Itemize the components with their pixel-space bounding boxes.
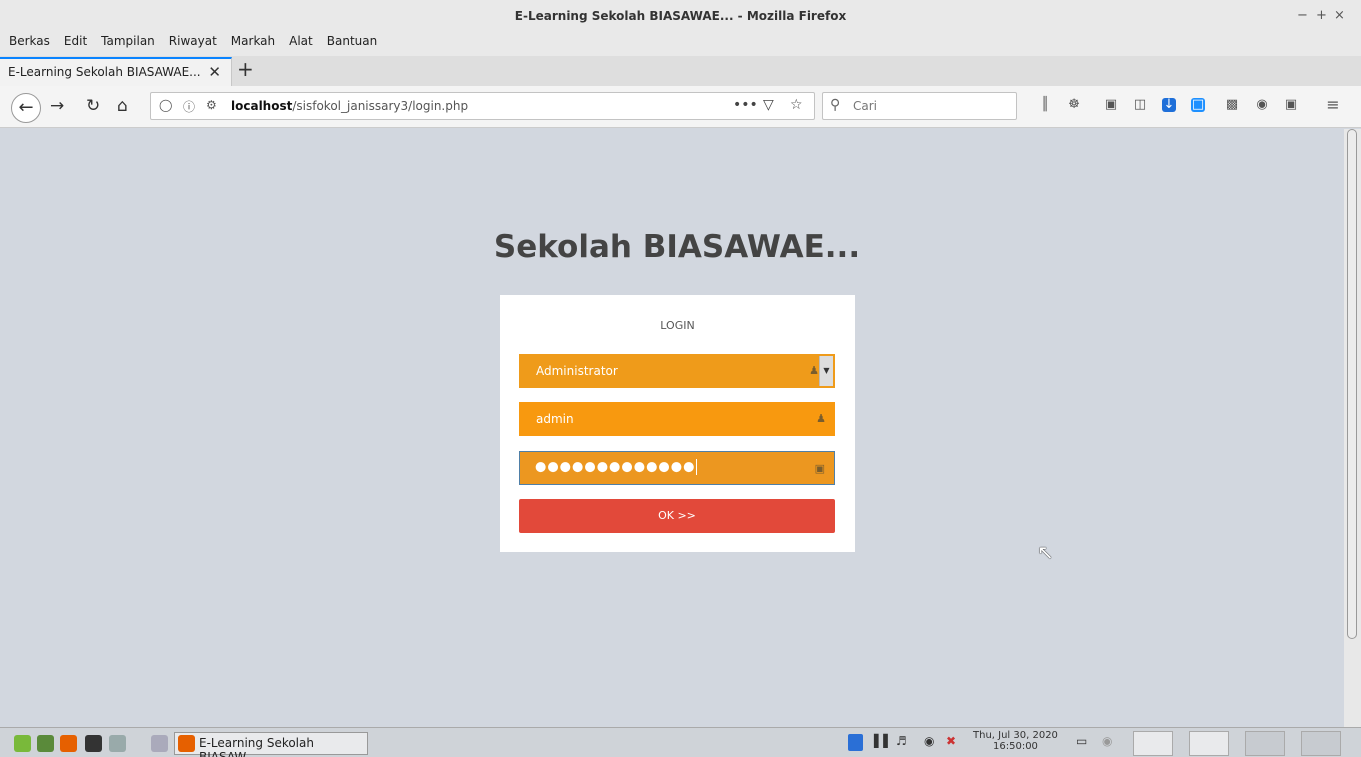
- minimize-button[interactable]: −: [1297, 8, 1308, 23]
- taskbar-window-label: E-Learning Sekolah BIASAW...: [199, 736, 314, 757]
- page-scrollbar[interactable]: [1344, 129, 1361, 727]
- user-icon: ♟: [816, 412, 826, 425]
- workspace-1[interactable]: [1133, 731, 1173, 756]
- battery-icon[interactable]: ▭: [1076, 734, 1087, 748]
- firefox-icon: [178, 735, 195, 752]
- search-placeholder: Cari: [853, 99, 877, 113]
- menu-riwayat[interactable]: Riwayat: [169, 32, 217, 56]
- taskbar: E-Learning Sekolah BIASAW... ▌▌ ♬ ◉ ✖ Th…: [0, 727, 1361, 757]
- menu-markah[interactable]: Markah: [231, 32, 275, 56]
- page-actions-icon[interactable]: •••: [733, 97, 758, 113]
- download-icon[interactable]: ↓: [1162, 98, 1176, 112]
- bluetooth-icon[interactable]: ◉: [924, 734, 934, 748]
- new-tab-button[interactable]: +: [237, 57, 254, 81]
- firefox-launcher-icon[interactable]: [60, 735, 77, 752]
- terminal-icon[interactable]: [85, 735, 102, 752]
- close-window-button[interactable]: ×: [1334, 8, 1345, 23]
- account-icon[interactable]: ◉: [1255, 98, 1269, 112]
- menu-bar: Berkas Edit Tampilan Riwayat Markah Alat…: [0, 32, 1361, 56]
- role-select[interactable]: Administrator ♟ ▼: [519, 354, 835, 388]
- tracking-shield-icon[interactable]: ◯: [159, 98, 172, 112]
- reader-icon[interactable]: ▣: [1104, 98, 1118, 112]
- page-content: Sekolah BIASAWAE... LOGIN Administrator …: [0, 129, 1344, 727]
- reload-button[interactable]: ↻: [86, 95, 100, 117]
- workspace-4[interactable]: [1301, 731, 1341, 756]
- extension-icon[interactable]: ☸: [1067, 98, 1081, 112]
- login-heading: LOGIN: [660, 319, 695, 332]
- chevron-down-icon[interactable]: ▼: [819, 356, 833, 386]
- tab-title: E-Learning Sekolah BIASAWAE...: [8, 65, 201, 79]
- permissions-icon[interactable]: ⚙: [206, 98, 217, 112]
- clock-date: Thu, Jul 30, 2020: [973, 730, 1058, 741]
- navigation-toolbar: ← → ↻ ⌂ ◯ ⓘ ⚙ localhost/sisfokol_janissa…: [0, 86, 1361, 128]
- search-icon: ⚲: [830, 97, 841, 113]
- window-list-icon[interactable]: [151, 735, 168, 752]
- maximize-button[interactable]: +: [1316, 8, 1327, 23]
- user-icon: ♟: [809, 364, 819, 377]
- site-info-icon[interactable]: ⓘ: [183, 98, 195, 115]
- username-input[interactable]: admin ♟: [519, 402, 835, 436]
- url-bar[interactable]: ◯ ⓘ ⚙ localhost/sisfokol_janissary3/logi…: [150, 92, 815, 120]
- password-input[interactable]: ●●●●●●●●●●●●● ▣: [519, 451, 835, 485]
- page-title: Sekolah BIASAWAE...: [493, 229, 861, 265]
- volume-icon[interactable]: ♬: [896, 734, 907, 748]
- tab-bar: E-Learning Sekolah BIASAWAE... ✕ +: [0, 56, 1361, 86]
- hamburger-menu-icon[interactable]: ≡: [1326, 97, 1340, 113]
- back-button[interactable]: ←: [11, 93, 41, 123]
- files-icon[interactable]: [109, 735, 126, 752]
- network-icon[interactable]: ▌▌: [874, 734, 892, 748]
- url-text[interactable]: localhost/sisfokol_janissary3/login.php: [231, 99, 468, 113]
- taskbar-window-button[interactable]: E-Learning Sekolah BIASAW...: [174, 732, 368, 757]
- lock-extension-icon[interactable]: ▣: [1284, 98, 1298, 112]
- menu-tampilan[interactable]: Tampilan: [101, 32, 155, 56]
- notifications-icon[interactable]: ◉: [1102, 734, 1112, 748]
- role-select-value: Administrator: [536, 364, 618, 378]
- menu-berkas[interactable]: Berkas: [9, 32, 50, 56]
- forward-button[interactable]: →: [50, 95, 64, 117]
- username-value: admin: [536, 412, 574, 426]
- start-menu-icon[interactable]: [14, 735, 31, 752]
- home-button[interactable]: ⌂: [117, 95, 128, 117]
- qr-code-icon[interactable]: ▩: [1225, 98, 1239, 112]
- window-title: E-Learning Sekolah BIASAWAE... - Mozilla…: [514, 9, 847, 23]
- clock[interactable]: Thu, Jul 30, 2020 16:50:00: [973, 730, 1058, 752]
- login-form: LOGIN Administrator ♟ ▼ admin ♟ ●●●●●●●●…: [500, 295, 855, 552]
- scrollbar-thumb[interactable]: [1347, 129, 1357, 639]
- library-icon[interactable]: ║: [1038, 98, 1052, 112]
- search-bar[interactable]: ⚲ Cari: [822, 92, 1017, 120]
- lock-icon: ▣: [814, 462, 825, 475]
- mouse-pointer-icon: ↖: [1037, 540, 1054, 564]
- bookmark-star-icon[interactable]: ☆: [790, 97, 803, 113]
- sidebar-icon[interactable]: ◫: [1133, 98, 1147, 112]
- window-titlebar: E-Learning Sekolah BIASAWAE... - Mozilla…: [0, 0, 1361, 32]
- password-value: ●●●●●●●●●●●●●: [535, 459, 698, 475]
- menu-alat[interactable]: Alat: [289, 32, 313, 56]
- show-desktop-icon[interactable]: [37, 735, 54, 752]
- clock-time: 16:50:00: [993, 741, 1038, 752]
- ok-button[interactable]: OK >>: [519, 499, 835, 533]
- update-icon[interactable]: ✖: [946, 734, 956, 748]
- screenshot-icon[interactable]: □: [1191, 98, 1205, 112]
- pocket-icon[interactable]: ▽: [763, 97, 774, 113]
- workspace-2[interactable]: [1189, 731, 1229, 756]
- bluetooth-tray-icon[interactable]: [848, 734, 863, 751]
- tab-active[interactable]: E-Learning Sekolah BIASAWAE... ✕: [0, 57, 232, 86]
- workspace-3[interactable]: [1245, 731, 1285, 756]
- menu-edit[interactable]: Edit: [64, 32, 87, 56]
- menu-bantuan[interactable]: Bantuan: [327, 32, 377, 56]
- tab-close-icon[interactable]: ✕: [208, 63, 221, 81]
